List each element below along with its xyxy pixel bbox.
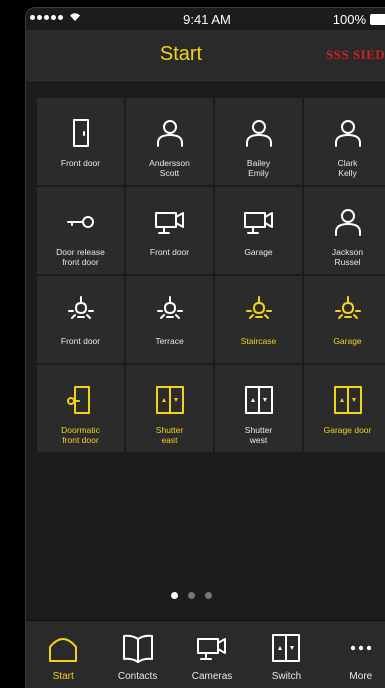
nav-bar: Start SSS SIEDLE (26, 30, 385, 83)
battery-icon (370, 14, 385, 25)
tile-front-door[interactable]: Front door (37, 276, 124, 363)
book-icon (121, 631, 155, 665)
person-icon (153, 116, 187, 150)
tab-bar: Start Contacts Cameras Switch More (26, 620, 385, 688)
light-icon (153, 294, 187, 328)
tab-label: Switch (271, 671, 302, 682)
person-icon (331, 116, 365, 150)
tab-switch[interactable]: Switch (249, 621, 323, 688)
tab-label: More (349, 671, 373, 682)
tile-staircase[interactable]: Staircase (215, 276, 302, 363)
tile-jackson-russel[interactable]: Jackson Russel (304, 187, 385, 274)
tab-label: Contacts (117, 671, 158, 682)
shutter-icon (331, 383, 365, 417)
battery-percent: 100% (332, 12, 366, 27)
person-icon (331, 205, 365, 239)
page-title: Start (159, 43, 203, 65)
tile-shutter-east[interactable]: Shutter east (126, 365, 213, 452)
tile-label: Front door (60, 336, 101, 346)
tile-shutter-west[interactable]: Shutter west (215, 365, 302, 452)
page-indicator[interactable] (26, 592, 356, 599)
camera-icon (195, 631, 229, 665)
tab-cameras[interactable]: Cameras (175, 621, 249, 688)
tile-door-release-front-door[interactable]: Door release front door (37, 187, 124, 274)
page-dot[interactable] (204, 592, 212, 599)
tab-label: Cameras (191, 671, 233, 682)
home-icon (46, 631, 80, 665)
tile-label: Front door (60, 158, 101, 168)
page-dot[interactable] (187, 592, 195, 599)
tile-label: Jackson Russel (331, 247, 364, 267)
tile-label: Doormatic front door (61, 425, 100, 445)
tile-label: Garage (333, 336, 362, 346)
tab-more[interactable]: More (324, 621, 385, 688)
tab-start[interactable]: Start (26, 621, 100, 688)
tile-grid: Front door Andersson Scott Bailey Emily Cla… (37, 98, 385, 452)
shutter-icon (153, 383, 187, 417)
tile-front-door[interactable]: Front door (126, 187, 213, 274)
door-icon (64, 116, 98, 150)
shutter-icon (242, 383, 276, 417)
phone-screen: 9:41 AM 100% Start SSS SIEDLE Front door… (25, 7, 385, 688)
light-icon (242, 294, 276, 328)
tile-label: Andersson Scott (149, 158, 190, 178)
more-icon (344, 631, 378, 665)
tile-terrace[interactable]: Terrace (126, 276, 213, 363)
tile-label: Shutter west (244, 425, 273, 445)
tab-label: Start (52, 671, 74, 682)
light-icon (331, 294, 365, 328)
tile-front-door[interactable]: Front door (37, 98, 124, 185)
doormatic-icon (64, 383, 98, 417)
camera-icon (242, 205, 276, 239)
tile-label: Garage door (323, 425, 372, 435)
tile-label: Clark Kelly (337, 158, 358, 178)
tile-clark-kelly[interactable]: Clark Kelly (304, 98, 385, 185)
tile-label: Door release front door (56, 247, 105, 267)
person-icon (242, 116, 276, 150)
camera-icon (153, 205, 187, 239)
brand-logo: SSS SIEDLE (326, 47, 385, 62)
light-icon (64, 294, 98, 328)
tile-label: Terrace (155, 336, 184, 346)
tab-contacts[interactable]: Contacts (100, 621, 174, 688)
tile-label: Bailey Emily (246, 158, 271, 178)
tile-bailey-emily[interactable]: Bailey Emily (215, 98, 302, 185)
tile-label: Shutter east (155, 425, 184, 445)
status-time: 9:41 AM (183, 12, 231, 27)
status-bar: 9:41 AM 100% (26, 8, 385, 30)
tile-label: Garage (244, 247, 273, 257)
tile-andersson-scott[interactable]: Andersson Scott (126, 98, 213, 185)
tile-label: Staircase (240, 336, 277, 346)
page-dot[interactable] (170, 592, 178, 599)
tile-label: Front door (149, 247, 190, 257)
key-icon (64, 205, 98, 239)
tile-garage-door[interactable]: Garage door (304, 365, 385, 452)
shutter-icon (269, 631, 303, 665)
tile-doormatic-front-door[interactable]: Doormatic front door (37, 365, 124, 452)
tile-garage[interactable]: Garage (304, 276, 385, 363)
tile-garage[interactable]: Garage (215, 187, 302, 274)
